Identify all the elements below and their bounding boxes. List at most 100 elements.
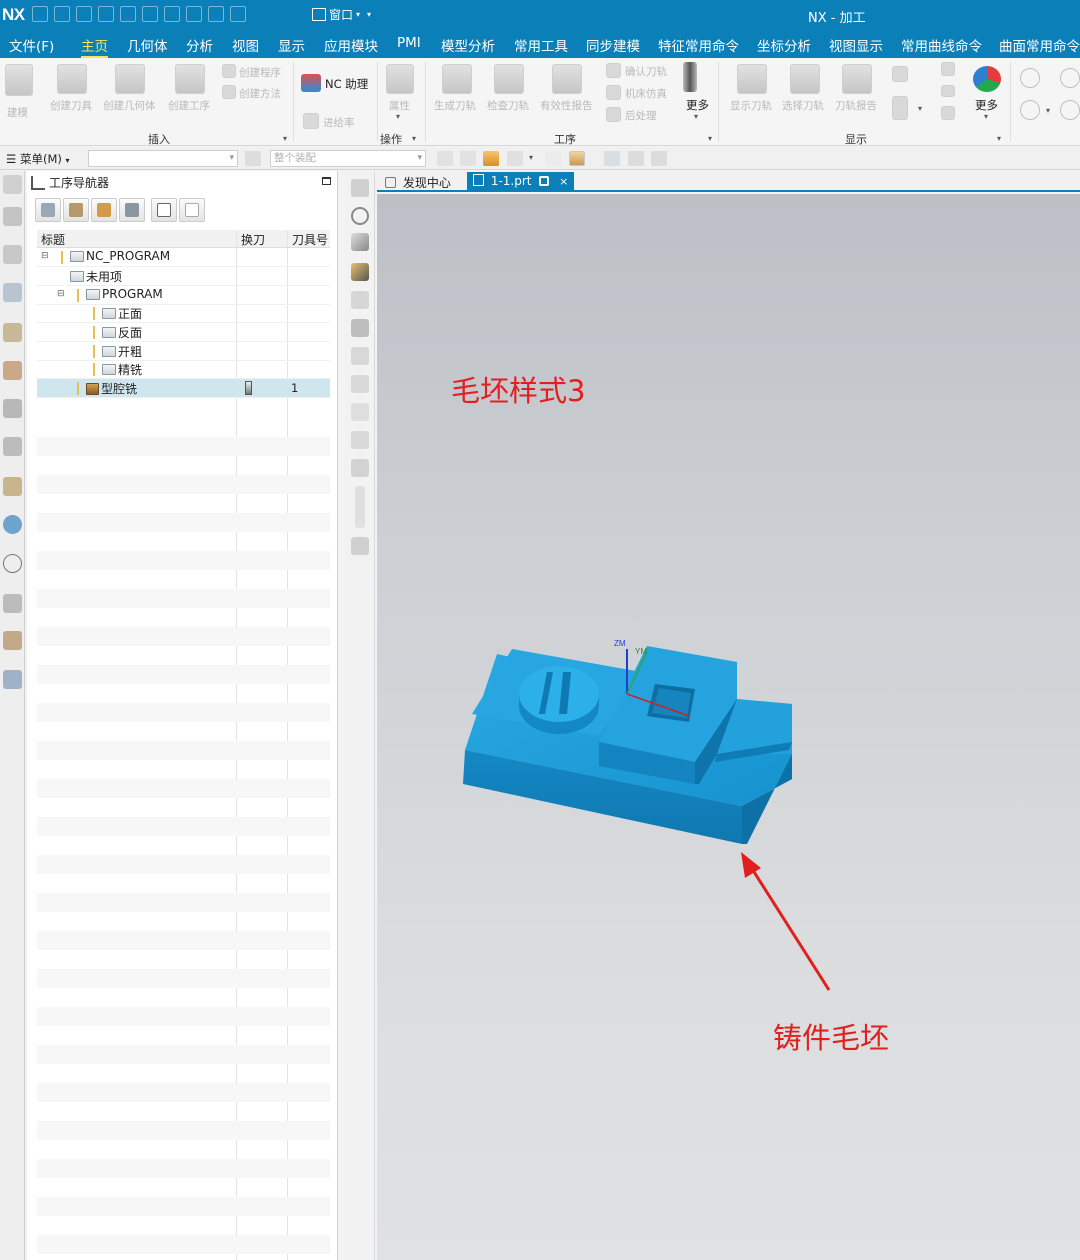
geometry-view-button[interactable] xyxy=(91,198,117,222)
filter-icon[interactable] xyxy=(892,96,908,120)
tools-icon[interactable] xyxy=(3,594,22,613)
graphics-viewport[interactable]: 毛坯样式3 铸件毛坯 ZM YM xyxy=(377,194,1080,1260)
selection-scope-dropdown[interactable]: 整个装配 ▾ xyxy=(270,150,426,167)
touch-mode-icon[interactable] xyxy=(164,6,180,22)
tab-view[interactable]: 视图 xyxy=(232,35,259,55)
snap-end-icon[interactable] xyxy=(460,151,476,166)
chevron-down-icon[interactable]: ▾ xyxy=(708,134,712,143)
tab-view-display[interactable]: 视图显示 xyxy=(829,35,883,55)
tree-row[interactable]: ⊟ PROGRAM xyxy=(37,286,330,305)
fit-view-icon[interactable] xyxy=(351,179,369,197)
part-navigator-icon[interactable] xyxy=(3,207,22,226)
brush-icon[interactable] xyxy=(351,263,369,281)
add-column-button[interactable] xyxy=(151,198,177,222)
tree-row[interactable]: 精铣 xyxy=(37,360,330,379)
select-feature-icon[interactable] xyxy=(483,151,499,166)
tree-row[interactable]: 未用项 xyxy=(37,267,330,286)
hd3d-tools-icon[interactable] xyxy=(3,437,22,456)
tab-coordinate-analysis[interactable]: 坐标分析 xyxy=(757,35,811,55)
more-label[interactable]: 更多 xyxy=(686,97,709,113)
tab-part-file[interactable]: 1-1.prt × xyxy=(467,172,575,192)
create-geometry-icon[interactable] xyxy=(115,64,145,94)
tab-home[interactable]: 主页 xyxy=(81,35,108,58)
nc-assistant-icon[interactable] xyxy=(301,74,321,92)
tab-feature-commands[interactable]: 特征常用命令 xyxy=(658,35,739,55)
tree-row[interactable]: 开粗 xyxy=(37,342,330,361)
play-forward-icon[interactable] xyxy=(1060,68,1080,88)
step-back-icon[interactable] xyxy=(1020,100,1040,120)
collapse-icon[interactable]: ⊟ xyxy=(57,289,65,299)
save-icon[interactable] xyxy=(32,6,48,22)
chevron-down-icon[interactable]: ▾ xyxy=(1046,106,1050,115)
tab-model-analysis[interactable]: 模型分析 xyxy=(441,35,495,55)
main-menu-button[interactable]: ☰ 菜单(M) ▾ xyxy=(6,151,70,167)
copy-icon[interactable] xyxy=(98,6,114,22)
remove-column-button[interactable] xyxy=(179,198,205,222)
show-wcs-icon[interactable] xyxy=(604,151,620,166)
column-header-tool-change[interactable]: 换刀 xyxy=(241,231,265,248)
close-icon[interactable]: × xyxy=(559,175,568,188)
tab-applications[interactable]: 应用模块 xyxy=(324,35,378,55)
tree-row[interactable]: 正面 xyxy=(37,304,330,323)
postprocess-icon[interactable] xyxy=(606,107,621,122)
select-body-icon[interactable] xyxy=(546,151,562,166)
create-program-icon[interactable] xyxy=(222,64,236,78)
tab-common-tools[interactable]: 常用工具 xyxy=(514,35,568,55)
select-path-icon[interactable] xyxy=(790,64,820,94)
create-tool-icon[interactable] xyxy=(57,64,87,94)
chevron-down-icon[interactable]: ▾ xyxy=(367,10,371,19)
object-display-icon[interactable] xyxy=(351,375,369,393)
layers-icon[interactable] xyxy=(941,85,955,97)
replay-icon[interactable] xyxy=(351,403,369,421)
measure-icon[interactable] xyxy=(351,233,369,251)
tab-analysis[interactable]: 分析 xyxy=(186,35,213,55)
show-hide-icon[interactable] xyxy=(628,151,644,166)
column-header-tool-number[interactable]: 刀具号 xyxy=(292,231,328,248)
add-view-icon[interactable] xyxy=(351,291,369,309)
collapse-icon[interactable]: ⊟ xyxy=(41,251,49,261)
hide-icon[interactable] xyxy=(651,151,667,166)
chevron-down-icon[interactable]: ▾ xyxy=(529,153,533,162)
process-studio-icon[interactable] xyxy=(3,477,22,496)
tree-row-selected[interactable]: 型腔铣 1 xyxy=(37,379,330,398)
roles-icon[interactable] xyxy=(3,631,22,650)
generate-path-icon[interactable] xyxy=(442,64,472,94)
reuse-library-icon[interactable] xyxy=(3,399,22,418)
tab-discovery-center[interactable]: 发现中心 xyxy=(379,172,457,192)
window-menu[interactable]: 窗口 ▾ ▾ xyxy=(312,6,371,23)
layer-settings-icon[interactable] xyxy=(351,319,369,337)
color-display-icon[interactable] xyxy=(973,66,1001,92)
machine-sim-icon[interactable] xyxy=(606,85,621,100)
command-finder-icon[interactable] xyxy=(208,6,224,22)
create-operation-icon[interactable] xyxy=(175,64,205,94)
external-link-icon[interactable] xyxy=(539,176,550,186)
more-display-label[interactable]: 更多 xyxy=(975,97,998,113)
show-path-icon[interactable] xyxy=(737,64,767,94)
tab-file[interactable]: 文件(F) xyxy=(9,35,54,55)
tab-geometry[interactable]: 几何体 xyxy=(127,35,168,55)
cylinder-boss-top[interactable] xyxy=(519,666,599,722)
gear-icon[interactable] xyxy=(3,175,22,194)
properties-icon[interactable] xyxy=(386,64,414,94)
maximize-icon[interactable] xyxy=(322,177,331,185)
create-method-icon[interactable] xyxy=(222,85,236,99)
repeat-icon[interactable] xyxy=(142,6,158,22)
arrow-down-icon[interactable] xyxy=(941,106,955,120)
machine-tool-view-button[interactable] xyxy=(63,198,89,222)
validity-report-icon[interactable] xyxy=(552,64,582,94)
modeling-icon[interactable] xyxy=(5,64,33,96)
machining-method-view-button[interactable] xyxy=(119,198,145,222)
tab-surface-commands[interactable]: 曲面常用命令 xyxy=(999,35,1080,55)
chevron-down-icon[interactable]: ▾ xyxy=(694,112,698,121)
microphone-icon[interactable] xyxy=(186,6,202,22)
type-filter-dropdown[interactable]: ▾ xyxy=(88,150,238,167)
chevron-down-icon[interactable]: ▾ xyxy=(997,134,1001,143)
rotate-icon[interactable] xyxy=(351,207,369,225)
chevron-down-icon[interactable]: ▾ xyxy=(918,104,922,113)
tab-curve-commands[interactable]: 常用曲线命令 xyxy=(901,35,982,55)
path-list-icon[interactable] xyxy=(351,431,369,449)
chevron-down-icon[interactable]: ▾ xyxy=(412,134,416,143)
column-header-title[interactable]: 标题 xyxy=(41,231,65,248)
paste-icon[interactable] xyxy=(120,6,136,22)
filter-icon[interactable] xyxy=(245,151,261,166)
